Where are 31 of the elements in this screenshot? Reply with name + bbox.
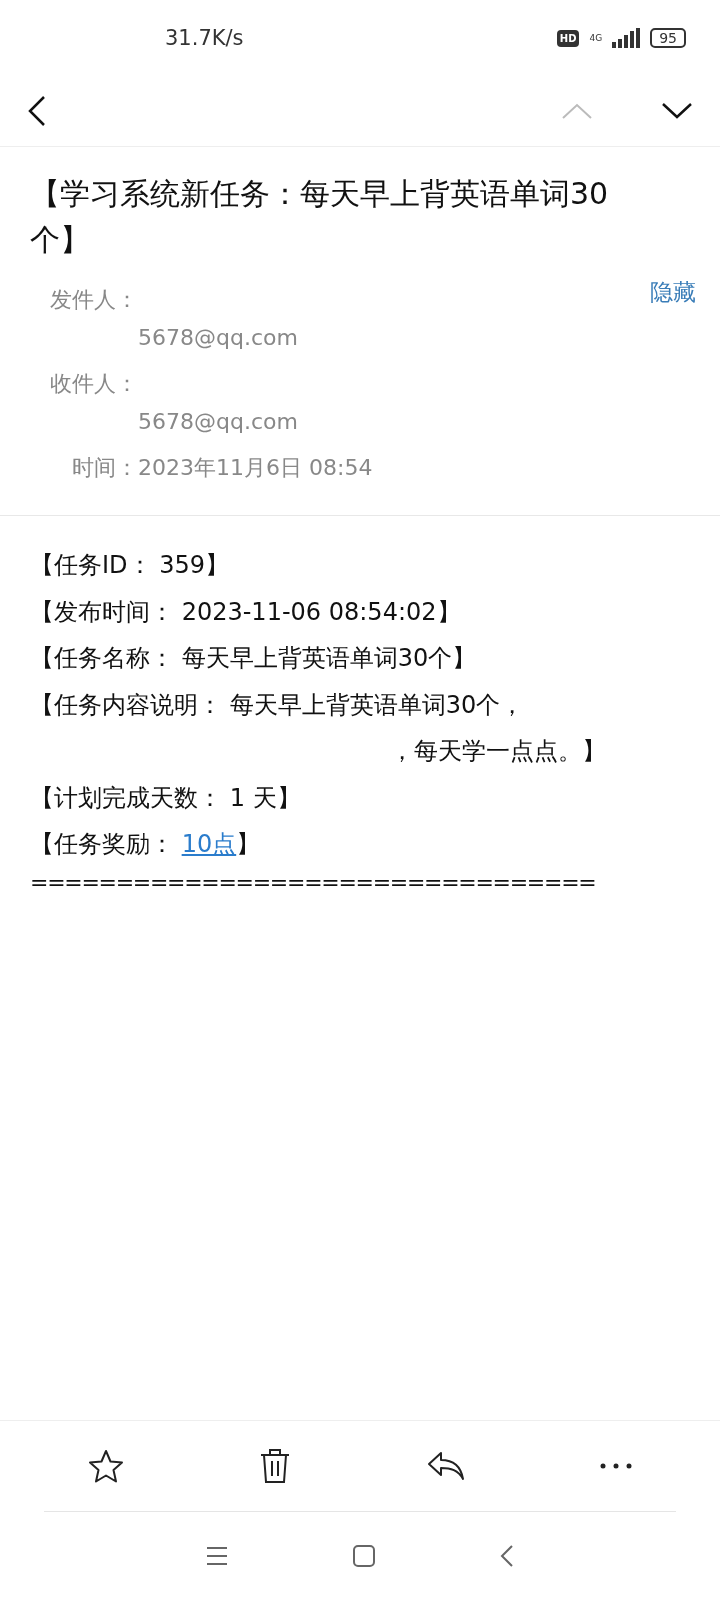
star-button[interactable] <box>87 1449 124 1483</box>
body-line: 【任务名称： 每天早上背英语单词30个】 <box>30 644 477 672</box>
menu-button[interactable] <box>206 1546 229 1566</box>
field-value: 2023年11月6日 08:54 <box>138 454 373 482</box>
reply-button[interactable] <box>426 1451 465 1481</box>
hd-indicator: HD <box>556 29 580 47</box>
field-label: 发件人： <box>49 286 138 314</box>
email-subject: 【学习系统新任务：每天早上背英语单词30个】 <box>29 175 610 259</box>
body-line: 【发布时间： 2023-11-06 08:54:02】 <box>30 597 461 626</box>
body-line: ，每天学一点点。】 <box>390 737 606 765</box>
hide-link[interactable]: 隐藏 <box>650 277 696 308</box>
body-line: 【计划完成天数： 1 天】 <box>30 783 301 812</box>
field-label: 收件人： <box>49 370 138 398</box>
more-button[interactable] <box>600 1463 633 1469</box>
field-label: 时间： <box>71 454 138 482</box>
system-back-button[interactable] <box>499 1544 514 1568</box>
field-value: 5678@qq.com <box>138 408 298 436</box>
separator-line: ================================= <box>30 868 597 897</box>
next-button[interactable] <box>662 103 692 119</box>
field-value: 5678@qq.com <box>138 324 298 352</box>
body-line: 【任务奖励： 10点】 <box>30 830 261 858</box>
signal-icon <box>612 28 641 48</box>
battery-level: 95 <box>650 28 686 48</box>
delete-button[interactable] <box>259 1448 292 1484</box>
reward-link[interactable]: 10点 <box>181 830 237 858</box>
network-type: 4G <box>589 33 603 43</box>
body-line: 【任务内容说明： 每天早上背英语单词30个， <box>30 690 525 719</box>
back-button[interactable] <box>28 95 46 127</box>
network-speed: 31.7K/s <box>165 26 244 50</box>
home-button[interactable] <box>353 1545 375 1567</box>
body-line: 【任务ID： 359】 <box>30 551 229 579</box>
